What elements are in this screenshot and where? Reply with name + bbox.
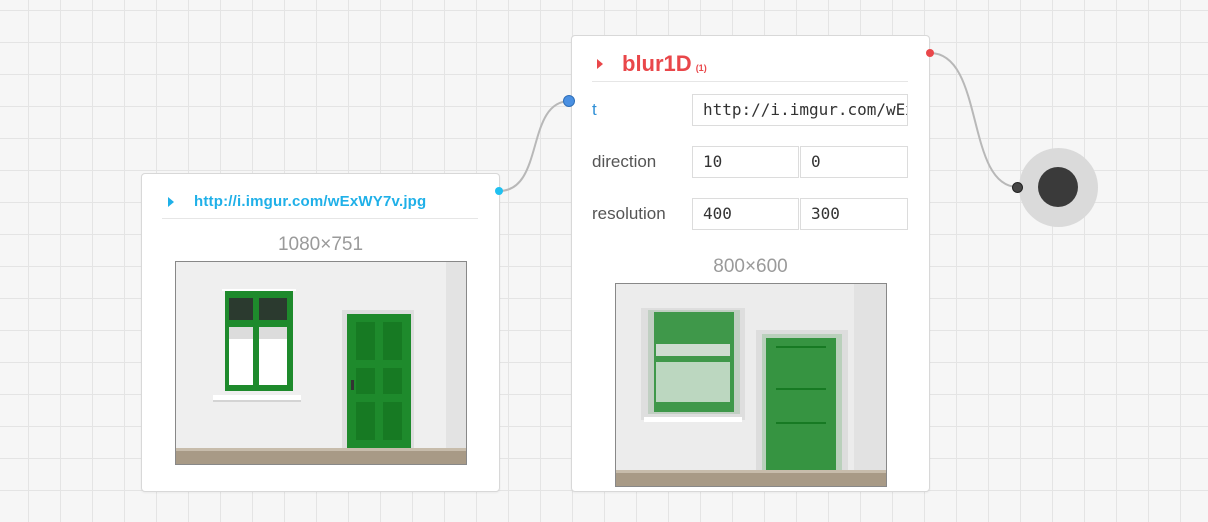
source-output-port[interactable] bbox=[495, 187, 503, 195]
blur1d-node[interactable]: blur1D (1) t http://i.imgur.com/wExWY7v.… bbox=[571, 35, 930, 492]
source-image-preview bbox=[175, 261, 467, 465]
t-input-field[interactable]: http://i.imgur.com/wExWY7v.jpg bbox=[692, 94, 908, 126]
wire-blur-to-output bbox=[929, 52, 1019, 188]
blur-output-port[interactable] bbox=[926, 49, 934, 57]
direction-y-field[interactable]: 0 bbox=[800, 146, 908, 178]
blur-node-count: (1) bbox=[695, 62, 707, 73]
blur-output-dimensions: 800×600 bbox=[713, 256, 788, 277]
output-node[interactable] bbox=[1019, 148, 1098, 227]
source-dimensions: 1080×751 bbox=[277, 234, 364, 255]
output-input-port[interactable] bbox=[1012, 182, 1023, 193]
direction-x-field[interactable]: 10 bbox=[692, 146, 799, 178]
wire-source-to-t bbox=[498, 100, 571, 192]
param-label-resolution: resolution bbox=[592, 204, 666, 223]
blur-node-header[interactable]: blur1D (1) bbox=[592, 46, 908, 82]
expand-caret-icon[interactable] bbox=[597, 58, 603, 69]
output-circle-icon bbox=[1038, 167, 1078, 207]
expand-caret-icon[interactable] bbox=[168, 196, 174, 207]
blur-node-title: blur1D bbox=[622, 50, 692, 76]
blurred-image-preview bbox=[615, 283, 887, 487]
source-node-header[interactable]: http://i.imgur.com/wExWY7v.jpg bbox=[162, 185, 478, 219]
param-label-t: t bbox=[592, 100, 597, 119]
resolution-x-field[interactable]: 400 bbox=[692, 198, 799, 230]
resolution-y-field[interactable]: 300 bbox=[800, 198, 908, 230]
image-source-node[interactable]: http://i.imgur.com/wExWY7v.jpg 1080×751 bbox=[141, 173, 500, 492]
t-input-port[interactable] bbox=[563, 95, 575, 107]
param-label-direction: direction bbox=[592, 152, 657, 171]
source-url-title: http://i.imgur.com/wExWY7v.jpg bbox=[194, 193, 427, 210]
